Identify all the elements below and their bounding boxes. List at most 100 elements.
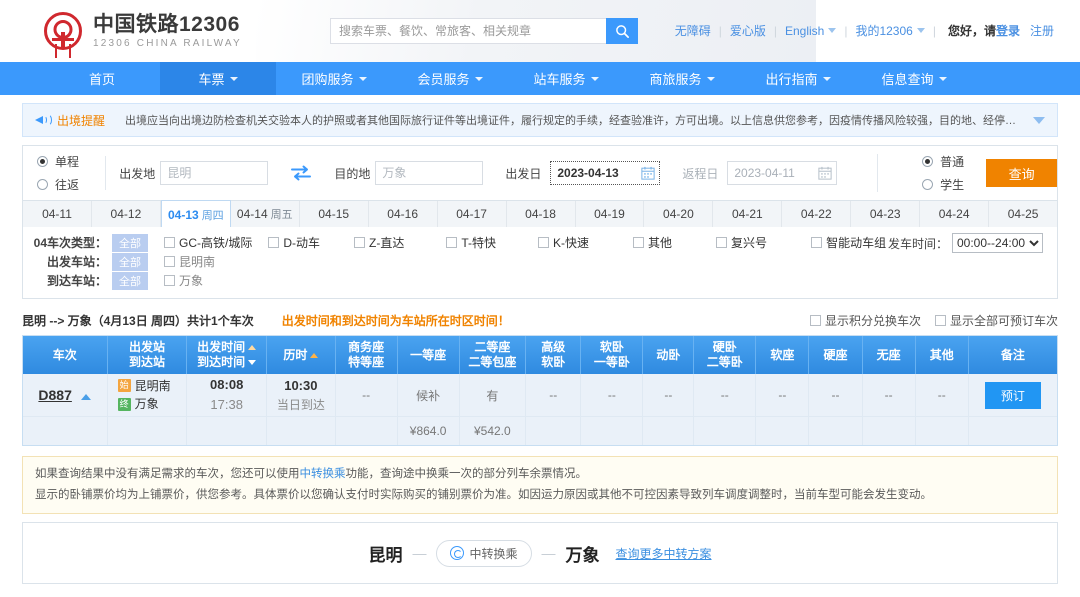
depart-time-filter: 发车时间： 00:00--24:00	[888, 233, 1043, 253]
query-submit-button[interactable]: 查询	[986, 159, 1058, 187]
radio-icon-one-way[interactable]	[37, 156, 48, 167]
toggle-all-bookable[interactable]: 显示全部可预订车次	[934, 312, 1058, 329]
passenger-type-normal[interactable]: 普通	[922, 153, 970, 170]
nav-item-business-travel[interactable]: 商旅服务	[624, 62, 740, 95]
date-tab-04-22[interactable]: 04-22	[782, 201, 852, 227]
filter-all-to-station[interactable]: 全部	[112, 271, 148, 290]
checkbox-icon-points-exchange[interactable]	[809, 314, 821, 326]
toggle-points-exchange[interactable]: 显示积分兑换车次	[809, 312, 921, 329]
header-link-my12306[interactable]: 我的12306	[855, 22, 912, 39]
nav-item-home[interactable]: 首页	[44, 62, 160, 95]
filter-checkbox-smart-emu[interactable]: 智能动车组	[811, 234, 886, 251]
checkbox-icon-vientiane[interactable]	[164, 275, 175, 286]
nav-item-info-query[interactable]: 信息查询	[856, 62, 972, 95]
date-tab-04-23[interactable]: 04-23	[851, 201, 921, 227]
filter-checkbox-d[interactable]: D-动车	[268, 234, 320, 251]
nav-item-station-service[interactable]: 站车服务	[508, 62, 624, 95]
cell-first-class[interactable]: 候补	[397, 374, 460, 418]
radio-icon-normal[interactable]	[922, 156, 934, 167]
checkbox-icon-k[interactable]	[538, 237, 550, 248]
filter-checkbox-vientiane[interactable]: 万象	[164, 272, 203, 289]
date-tab-04-16[interactable]: 04-16	[368, 201, 438, 227]
col-train-no[interactable]: 车次	[23, 336, 108, 374]
chevron-down-icon-notice-expand[interactable]	[1033, 116, 1045, 124]
filter-all-from-station[interactable]: 全部	[112, 252, 148, 271]
checkbox-icon-d[interactable]	[268, 237, 280, 248]
checkbox-icon-fuxing[interactable]	[716, 237, 728, 248]
chevron-down-icon-travel-guide	[822, 76, 831, 81]
filter-all-train-type[interactable]: 全部	[112, 233, 148, 252]
train-no-link[interactable]: D887	[38, 387, 71, 403]
date-tab-04-15[interactable]: 04-15	[299, 201, 369, 227]
search-input[interactable]	[331, 19, 606, 43]
filter-label-smart-emu: 智能动车组	[826, 236, 887, 250]
radio-icon-student[interactable]	[922, 179, 934, 190]
radio-icon-round-trip[interactable]	[37, 179, 48, 190]
global-search-box[interactable]	[330, 18, 606, 44]
filter-checkbox-gc[interactable]: GC-高铁/城际	[164, 234, 252, 251]
col-duration[interactable]: 历时	[266, 336, 336, 374]
date-tab-04-14[interactable]: 04-14 周五	[230, 201, 300, 227]
filter-area: 04车次类型： 全部 GC-高铁/城际 D-动车 Z-直达 T-特快 K-快速	[23, 227, 1057, 298]
site-logo[interactable]: 中国铁路12306 12306 CHINA RAILWAY	[44, 12, 242, 50]
chevron-down-icon-my12306[interactable]	[916, 28, 925, 33]
checkbox-icon-all-bookable[interactable]	[934, 314, 946, 326]
search-button[interactable]	[606, 18, 638, 44]
passenger-type-student[interactable]: 学生	[922, 176, 970, 193]
trip-type-round-trip[interactable]: 往返	[37, 176, 101, 193]
swap-stations-button[interactable]	[290, 161, 312, 185]
date-tab-04-21[interactable]: 04-21	[713, 201, 783, 227]
sort-desc-icon-arrive[interactable]	[248, 360, 257, 366]
date-tab-04-19[interactable]: 04-19	[575, 201, 645, 227]
filter-checkbox-k[interactable]: K-快速	[538, 234, 589, 251]
date-tab-04-12[interactable]: 04-12	[91, 201, 161, 227]
checkbox-icon-smart-emu[interactable]	[811, 237, 823, 248]
to-station-input[interactable]	[375, 161, 484, 185]
from-station-input[interactable]	[160, 161, 269, 185]
more-transfer-plans-link[interactable]: 查询更多中转方案	[616, 545, 712, 562]
filter-checkbox-other[interactable]: 其他	[633, 234, 672, 251]
book-button[interactable]: 预订	[984, 381, 1041, 409]
date-tab-04-20[interactable]: 04-20	[644, 201, 714, 227]
transfer-feature-link[interactable]: 中转换乘	[300, 468, 346, 480]
col-stations[interactable]: 出发站 到达站	[107, 336, 188, 374]
notice-text: 出境应当向出境边防检查机关交验本人的护照或者其他国际旅行证件等出境证件，履行规定…	[125, 115, 1023, 127]
filter-checkbox-kunming-south[interactable]: 昆明南	[164, 253, 215, 270]
expand-train-icon[interactable]	[81, 393, 92, 400]
nav-item-member-service[interactable]: 会员服务	[392, 62, 508, 95]
nav-item-group-service[interactable]: 团购服务	[276, 62, 392, 95]
header-link-english[interactable]: English	[785, 24, 824, 38]
checkbox-icon-kunming-south[interactable]	[164, 256, 175, 267]
return-date-input[interactable]	[727, 161, 838, 185]
checkbox-icon-t[interactable]	[446, 237, 458, 248]
cell-business-seat: --	[335, 374, 398, 418]
checkbox-icon-other[interactable]	[633, 237, 645, 248]
date-tab-04-25[interactable]: 04-25	[989, 201, 1058, 227]
date-tab-label-04-18: 04-18	[525, 207, 556, 221]
col-times[interactable]: 出发时间 到达时间	[186, 336, 268, 374]
transfer-pill-button[interactable]: 中转换乘	[436, 539, 532, 567]
date-tab-04-17[interactable]: 04-17	[437, 201, 507, 227]
date-tab-04-13[interactable]: 04-13 周四	[160, 200, 231, 228]
nav-item-travel-guide[interactable]: 出行指南	[740, 62, 856, 95]
sort-asc-icon-depart[interactable]	[248, 345, 257, 351]
nav-item-tickets[interactable]: 车票	[160, 62, 276, 95]
chevron-down-icon-english[interactable]	[828, 28, 837, 33]
date-tab-04-24[interactable]: 04-24	[920, 201, 990, 227]
filter-checkbox-z[interactable]: Z-直达	[354, 234, 404, 251]
header-link-accessibility[interactable]: 无障碍	[675, 22, 711, 39]
filter-checkbox-t[interactable]: T-特快	[446, 234, 496, 251]
header-link-care-version[interactable]: 爱心版	[730, 22, 766, 39]
cell-second-class[interactable]: 有	[459, 374, 527, 418]
checkbox-icon-gc[interactable]	[164, 237, 175, 248]
depart-date-input[interactable]	[550, 161, 661, 185]
checkbox-icon-z[interactable]	[354, 237, 366, 248]
date-tab-04-11[interactable]: 04-11	[23, 201, 92, 227]
date-tab-04-18[interactable]: 04-18	[506, 201, 576, 227]
register-link[interactable]: 注册	[1030, 22, 1054, 39]
sort-asc-icon-duration[interactable]	[310, 352, 319, 358]
trip-type-one-way[interactable]: 单程	[37, 153, 101, 170]
depart-time-select[interactable]: 00:00--24:00	[952, 233, 1043, 253]
filter-checkbox-fuxing[interactable]: 复兴号	[716, 234, 767, 251]
login-link[interactable]: 登录	[996, 22, 1020, 39]
